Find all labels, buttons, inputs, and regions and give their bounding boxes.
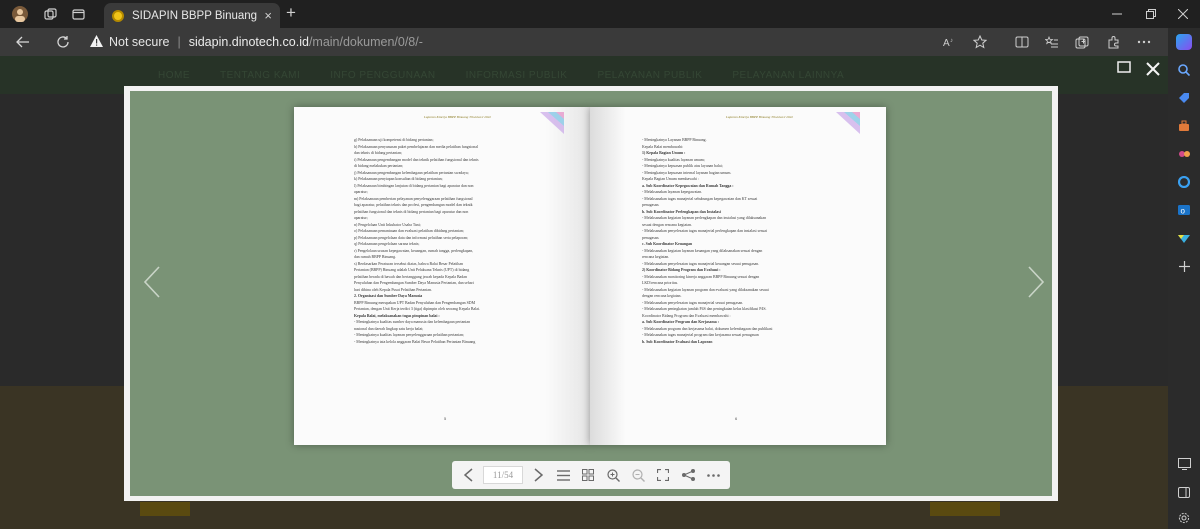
sidebar-search-icon[interactable] bbox=[1176, 62, 1192, 78]
page-corner-decoration-icon bbox=[540, 112, 564, 134]
screenshot-icon[interactable] bbox=[1176, 456, 1192, 472]
read-aloud-icon[interactable]: A ♪ bbox=[940, 32, 960, 52]
flipbook-toolbar: 11/54 bbox=[452, 461, 730, 489]
viewer-maximize-button[interactable] bbox=[1117, 61, 1133, 75]
previous-page-arrow[interactable] bbox=[143, 266, 160, 307]
warning-icon bbox=[90, 34, 103, 50]
toolbar-next-button[interactable] bbox=[528, 465, 548, 485]
nav-informasi-publik[interactable]: INFORMASI PUBLIK bbox=[466, 70, 568, 81]
back-button[interactable] bbox=[12, 31, 34, 53]
next-page-arrow[interactable] bbox=[1028, 266, 1045, 307]
drop-icon[interactable] bbox=[1176, 230, 1192, 246]
sidebar-settings-icon[interactable] bbox=[1176, 510, 1192, 526]
svg-text:♪: ♪ bbox=[950, 38, 953, 44]
flipbook-viewer: Laporan Kinerja BBPP Binuang Triwulan I … bbox=[124, 86, 1058, 501]
browser-sidebar: o bbox=[1168, 28, 1200, 529]
left-page[interactable]: Laporan Kinerja BBPP Binuang Triwulan I … bbox=[294, 107, 590, 445]
favorite-star-icon[interactable] bbox=[970, 32, 990, 52]
address-bar: Not secure | sidapin.dinotech.co.id /mai… bbox=[0, 28, 1200, 56]
games-icon[interactable] bbox=[1176, 146, 1192, 162]
table-of-contents-icon[interactable] bbox=[553, 465, 573, 485]
zoom-out-icon[interactable] bbox=[628, 465, 648, 485]
split-screen-icon[interactable] bbox=[1012, 32, 1032, 52]
page-text-line: - Meningkatnya tata kelola anggaran Bala… bbox=[354, 339, 476, 344]
more-options-icon[interactable] bbox=[703, 465, 723, 485]
tools-icon[interactable] bbox=[1176, 118, 1192, 134]
tab-close-button[interactable]: × bbox=[264, 8, 272, 23]
background-accent-right bbox=[930, 502, 1000, 516]
hide-sidebar-icon[interactable] bbox=[1176, 484, 1192, 500]
tab-sidapin[interactable]: SIDAPIN BBPP Binuang × bbox=[104, 3, 280, 28]
add-sidebar-app-icon[interactable] bbox=[1176, 258, 1192, 274]
outlook-icon[interactable]: o bbox=[1176, 202, 1192, 218]
url-host: sidapin.dinotech.co.id bbox=[188, 35, 309, 49]
right-page-text: - Meningkatnya Layanan BBPP Binuang. Kep… bbox=[642, 137, 840, 345]
site-favicon-icon bbox=[112, 9, 124, 22]
fullscreen-icon[interactable] bbox=[653, 465, 673, 485]
nav-pelayanan-publik[interactable]: PELAYANAN PUBLIK bbox=[597, 70, 702, 81]
security-label[interactable]: Not secure bbox=[109, 35, 169, 49]
tab-actions-icon[interactable] bbox=[64, 0, 92, 28]
left-page-number: 5 bbox=[444, 416, 447, 421]
svg-text:o: o bbox=[1181, 207, 1186, 216]
minimize-button[interactable] bbox=[1100, 0, 1134, 28]
extensions-icon[interactable] bbox=[1104, 32, 1124, 52]
tab-title: SIDAPIN BBPP Binuang bbox=[132, 9, 258, 22]
url-path: /main/dokumen/0/8/- bbox=[308, 35, 423, 49]
zoom-in-icon[interactable] bbox=[603, 465, 623, 485]
right-page-number: 6 bbox=[735, 416, 738, 421]
svg-text:A: A bbox=[943, 38, 950, 48]
copilot-icon[interactable] bbox=[1176, 34, 1192, 50]
workspaces-icon[interactable] bbox=[36, 0, 64, 28]
viewer-close-button[interactable] bbox=[1146, 58, 1160, 82]
collections-icon[interactable] bbox=[1072, 32, 1092, 52]
page-area: HOME TENTANG KAMI INFO PENGGUNAAN INFORM… bbox=[0, 56, 1168, 529]
tab-strip: SIDAPIN BBPP Binuang × + bbox=[0, 0, 1200, 28]
share-icon[interactable] bbox=[678, 465, 698, 485]
restore-button[interactable] bbox=[1134, 0, 1168, 28]
nav-home[interactable]: HOME bbox=[158, 70, 190, 81]
page-corner-decoration-icon bbox=[836, 112, 860, 134]
more-menu-icon[interactable] bbox=[1134, 32, 1154, 52]
left-page-text: g) Pelaksanaan uji kompetensi di bidang … bbox=[354, 137, 549, 345]
right-page-header: Laporan Kinerja BBPP Binuang Triwulan I … bbox=[726, 115, 794, 119]
microsoft-365-icon[interactable] bbox=[1176, 174, 1192, 190]
window-close-button[interactable] bbox=[1166, 0, 1200, 28]
toolbar-previous-button[interactable] bbox=[458, 465, 478, 485]
profile-avatar-icon[interactable] bbox=[6, 0, 34, 28]
new-tab-button[interactable]: + bbox=[286, 3, 296, 23]
favorites-list-icon[interactable] bbox=[1042, 32, 1062, 52]
right-page[interactable]: Laporan Kinerja BBPP Binuang Triwulan I … bbox=[590, 107, 886, 445]
flipbook-stage: Laporan Kinerja BBPP Binuang Triwulan I … bbox=[130, 91, 1052, 496]
url-separator: | bbox=[177, 35, 181, 49]
background-accent-left bbox=[140, 502, 190, 516]
page-text-line: b. Sub Koordinator Evaluasi dan Laporan bbox=[642, 339, 713, 344]
nav-info-penggunaan[interactable]: INFO PENGGUNAAN bbox=[330, 70, 435, 81]
url-field[interactable]: Not secure | sidapin.dinotech.co.id /mai… bbox=[90, 33, 423, 51]
shopping-tag-icon[interactable] bbox=[1176, 90, 1192, 106]
thumbnails-grid-icon[interactable] bbox=[578, 465, 598, 485]
left-page-header: Laporan Kinerja BBPP Binuang Triwulan I … bbox=[424, 115, 492, 119]
nav-tentang-kami[interactable]: TENTANG KAMI bbox=[220, 70, 300, 81]
page-number-input[interactable]: 11/54 bbox=[483, 466, 523, 484]
refresh-button[interactable] bbox=[52, 31, 74, 53]
nav-pelayanan-lainnya[interactable]: PELAYANAN LAINNYA bbox=[732, 70, 844, 81]
open-book: Laporan Kinerja BBPP Binuang Triwulan I … bbox=[294, 107, 886, 445]
